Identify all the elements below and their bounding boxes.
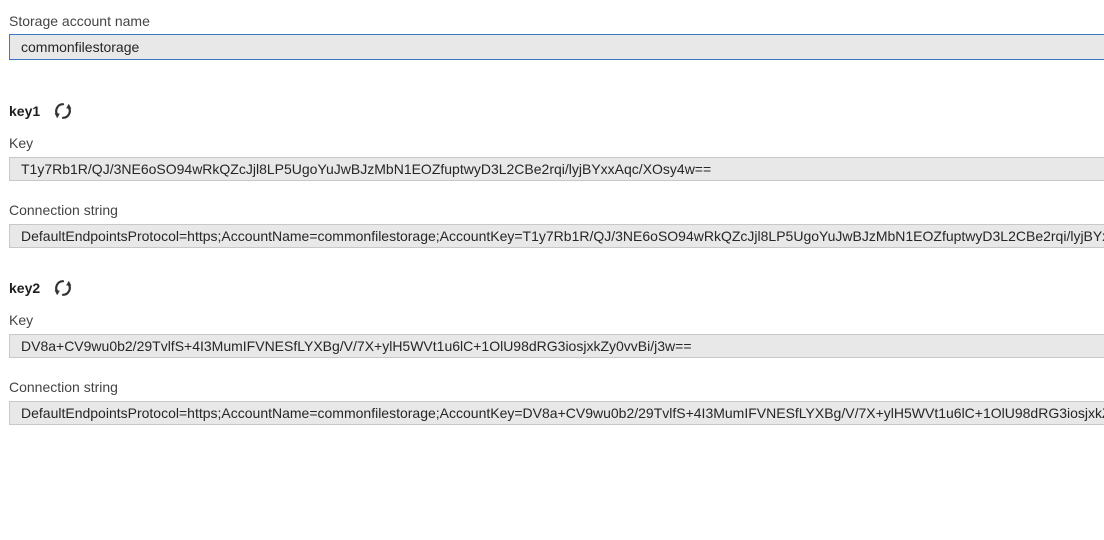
key2-title: key2 [9, 280, 41, 296]
key2-key-field[interactable]: DV8a+CV9wu0b2/29TvlfS+4I3MumIFVNESfLYXBg… [9, 334, 1104, 358]
key2-regenerate-button[interactable] [52, 277, 74, 299]
refresh-icon [54, 103, 72, 119]
key1-connection-string-field[interactable]: DefaultEndpointsProtocol=https;AccountNa… [9, 224, 1104, 248]
storage-account-label: Storage account name [9, 13, 150, 29]
key1-regenerate-button[interactable] [52, 100, 74, 122]
storage-account-name-field[interactable]: commonfilestorage [9, 34, 1104, 60]
key2-key-label: Key [9, 312, 34, 328]
key1-title: key1 [9, 103, 41, 119]
key2-header: key2 [9, 276, 74, 300]
refresh-icon [54, 280, 72, 296]
key2-connection-string-label: Connection string [9, 379, 118, 395]
key1-key-field[interactable]: T1y7Rb1R/QJ/3NE6oSO94wRkQZcJjl8LP5UgoYuJ… [9, 157, 1104, 181]
key1-key-label: Key [9, 135, 34, 151]
key1-header: key1 [9, 99, 74, 123]
key1-connection-string-label: Connection string [9, 202, 118, 218]
key2-connection-string-field[interactable]: DefaultEndpointsProtocol=https;AccountNa… [9, 401, 1104, 425]
